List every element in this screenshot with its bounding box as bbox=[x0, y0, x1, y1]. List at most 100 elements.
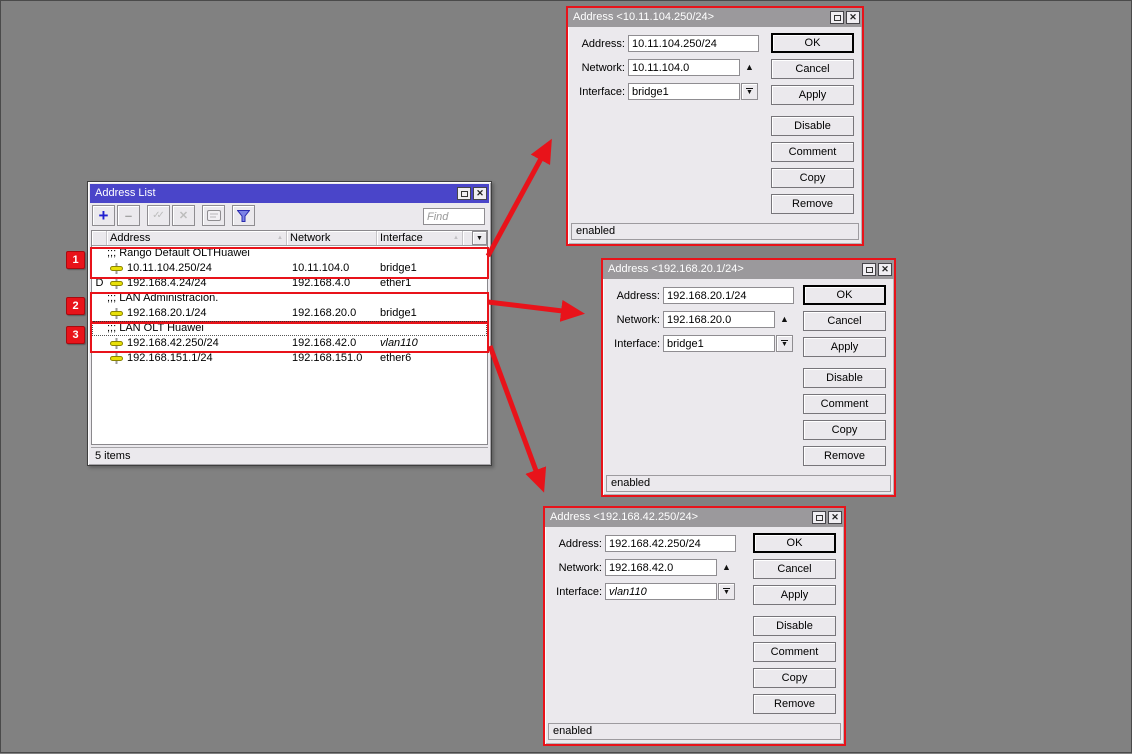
network-field[interactable] bbox=[663, 311, 775, 328]
close-icon[interactable]: ✕ bbox=[828, 511, 842, 524]
column-address[interactable]: Address ▲ bbox=[107, 231, 287, 245]
disable-button[interactable]: Disable bbox=[753, 616, 836, 636]
remove-button[interactable]: Remove bbox=[803, 446, 886, 466]
interface-dropdown-button[interactable]: ▼ bbox=[776, 335, 793, 352]
disable-button[interactable]: ✕ bbox=[172, 205, 195, 226]
apply-button[interactable]: Apply bbox=[803, 337, 886, 357]
column-network[interactable]: Network bbox=[287, 231, 377, 245]
enable-button[interactable]: ✓✓ bbox=[147, 205, 170, 226]
column-select-dropdown[interactable]: ▼ bbox=[472, 231, 487, 245]
address-field[interactable] bbox=[628, 35, 759, 52]
apply-button[interactable]: Apply bbox=[771, 85, 854, 105]
comment-button[interactable] bbox=[202, 205, 225, 226]
maximize-icon[interactable] bbox=[862, 263, 876, 276]
network-label: Network: bbox=[545, 560, 602, 576]
comment-button[interactable]: Comment bbox=[753, 642, 836, 662]
interface-label: Interface: bbox=[603, 336, 660, 352]
close-icon[interactable]: ✕ bbox=[878, 263, 892, 276]
ok-button[interactable]: OK bbox=[803, 285, 886, 305]
enabled-status: enabled bbox=[571, 223, 859, 240]
add-button[interactable]: + bbox=[92, 205, 115, 226]
address-dialog-2: Address <192.168.20.1/24> ✕ Address: Net… bbox=[603, 260, 894, 495]
annotation-badge-2: 2 bbox=[66, 297, 85, 315]
filter-funnel-icon bbox=[237, 210, 250, 222]
interface-field[interactable] bbox=[663, 335, 775, 352]
remove-button[interactable]: Remove bbox=[771, 194, 854, 214]
address-dialog-3-highlight: Address <192.168.42.250/24> ✕ Address: N… bbox=[543, 506, 846, 746]
comment-row[interactable]: ;;; Rango Default OLTHuawei bbox=[92, 246, 487, 261]
maximize-icon[interactable] bbox=[457, 187, 471, 200]
enabled-status: enabled bbox=[606, 475, 891, 492]
annotation-badge-1: 1 bbox=[66, 251, 85, 269]
dialog-titlebar[interactable]: Address <10.11.104.250/24> ✕ bbox=[568, 8, 862, 27]
collapse-arrow-icon[interactable]: ▲ bbox=[722, 559, 731, 575]
comment-row[interactable]: ;;; LAN Administracion. bbox=[92, 291, 487, 306]
collapse-arrow-icon[interactable]: ▲ bbox=[745, 59, 754, 75]
copy-button[interactable]: Copy bbox=[771, 168, 854, 188]
close-icon[interactable]: ✕ bbox=[846, 11, 860, 24]
chevron-down-icon: ▼ bbox=[723, 590, 730, 596]
disable-button[interactable]: Disable bbox=[803, 368, 886, 388]
network-field[interactable] bbox=[605, 559, 717, 576]
ip-address-icon bbox=[110, 278, 123, 289]
apply-button[interactable]: Apply bbox=[753, 585, 836, 605]
dialog-titlebar[interactable]: Address <192.168.42.250/24> ✕ bbox=[545, 508, 844, 527]
address-field[interactable] bbox=[605, 535, 736, 552]
items-count-status: 5 items bbox=[91, 447, 488, 463]
address-list-toolbar: + – ✓✓ ✕ bbox=[92, 205, 487, 229]
column-interface[interactable]: Interface ▲ bbox=[377, 231, 463, 245]
ok-button[interactable]: OK bbox=[771, 33, 854, 53]
table-row[interactable]: 10.11.104.250/24 10.11.104.0 bridge1 bbox=[92, 261, 487, 276]
remove-button[interactable]: Remove bbox=[753, 694, 836, 714]
add-icon: + bbox=[99, 208, 109, 223]
sort-icon: ▲ bbox=[453, 235, 459, 241]
interface-field[interactable] bbox=[605, 583, 717, 600]
find-input[interactable] bbox=[423, 208, 485, 225]
dialog-titlebar[interactable]: Address <192.168.20.1/24> ✕ bbox=[603, 260, 894, 279]
chevron-down-icon: ▼ bbox=[476, 235, 483, 242]
disable-icon: ✕ bbox=[179, 209, 188, 222]
cancel-button[interactable]: Cancel bbox=[803, 311, 886, 331]
dialog-title: Address <192.168.42.250/24> bbox=[550, 508, 812, 527]
disable-button[interactable]: Disable bbox=[771, 116, 854, 136]
comment-button[interactable]: Comment bbox=[803, 394, 886, 414]
table-row[interactable]: 192.168.20.1/24 192.168.20.0 bridge1 bbox=[92, 306, 487, 321]
close-icon[interactable]: ✕ bbox=[473, 187, 487, 200]
table-row[interactable]: D 192.168.4.24/24 192.168.4.0 ether1 bbox=[92, 276, 487, 291]
ip-address-icon bbox=[110, 353, 123, 364]
cancel-button[interactable]: Cancel bbox=[753, 559, 836, 579]
comment-button[interactable]: Comment bbox=[771, 142, 854, 162]
ip-address-icon bbox=[110, 263, 123, 274]
collapse-arrow-icon[interactable]: ▲ bbox=[780, 311, 789, 327]
address-list-titlebar[interactable]: Address List ✕ bbox=[90, 184, 489, 203]
arrow-to-dialog-3 bbox=[490, 346, 542, 487]
interface-label: Interface: bbox=[568, 84, 625, 100]
chevron-down-icon: ▼ bbox=[746, 90, 753, 96]
table-header: Address ▲ Network Interface ▲ ▼ bbox=[92, 231, 487, 246]
dialog-title: Address <10.11.104.250/24> bbox=[573, 8, 830, 27]
interface-dropdown-button[interactable]: ▼ bbox=[718, 583, 735, 600]
ip-address-icon bbox=[110, 338, 123, 349]
dialog-title: Address <192.168.20.1/24> bbox=[608, 260, 862, 279]
sort-icon: ▲ bbox=[277, 235, 283, 241]
column-flags[interactable] bbox=[92, 231, 107, 245]
cancel-button[interactable]: Cancel bbox=[771, 59, 854, 79]
ok-button[interactable]: OK bbox=[753, 533, 836, 553]
address-field[interactable] bbox=[663, 287, 794, 304]
maximize-icon[interactable] bbox=[830, 11, 844, 24]
window-title: Address List bbox=[95, 184, 457, 203]
copy-button[interactable]: Copy bbox=[803, 420, 886, 440]
filter-button[interactable] bbox=[232, 205, 255, 226]
remove-button[interactable]: – bbox=[117, 205, 140, 226]
address-label: Address: bbox=[603, 288, 660, 304]
interface-field[interactable] bbox=[628, 83, 740, 100]
table-row[interactable]: 192.168.151.1/24 192.168.151.0 ether6 bbox=[92, 351, 487, 366]
copy-button[interactable]: Copy bbox=[753, 668, 836, 688]
comment-row[interactable]: ;;; LAN OLT Huawei bbox=[92, 321, 487, 336]
maximize-icon[interactable] bbox=[812, 511, 826, 524]
address-list-table: Address ▲ Network Interface ▲ ▼ ;;; Rang… bbox=[91, 230, 488, 445]
interface-dropdown-button[interactable]: ▼ bbox=[741, 83, 758, 100]
arrow-to-dialog-2 bbox=[488, 302, 579, 313]
table-row[interactable]: 192.168.42.250/24 192.168.42.0 vlan110 bbox=[92, 336, 487, 351]
network-field[interactable] bbox=[628, 59, 740, 76]
